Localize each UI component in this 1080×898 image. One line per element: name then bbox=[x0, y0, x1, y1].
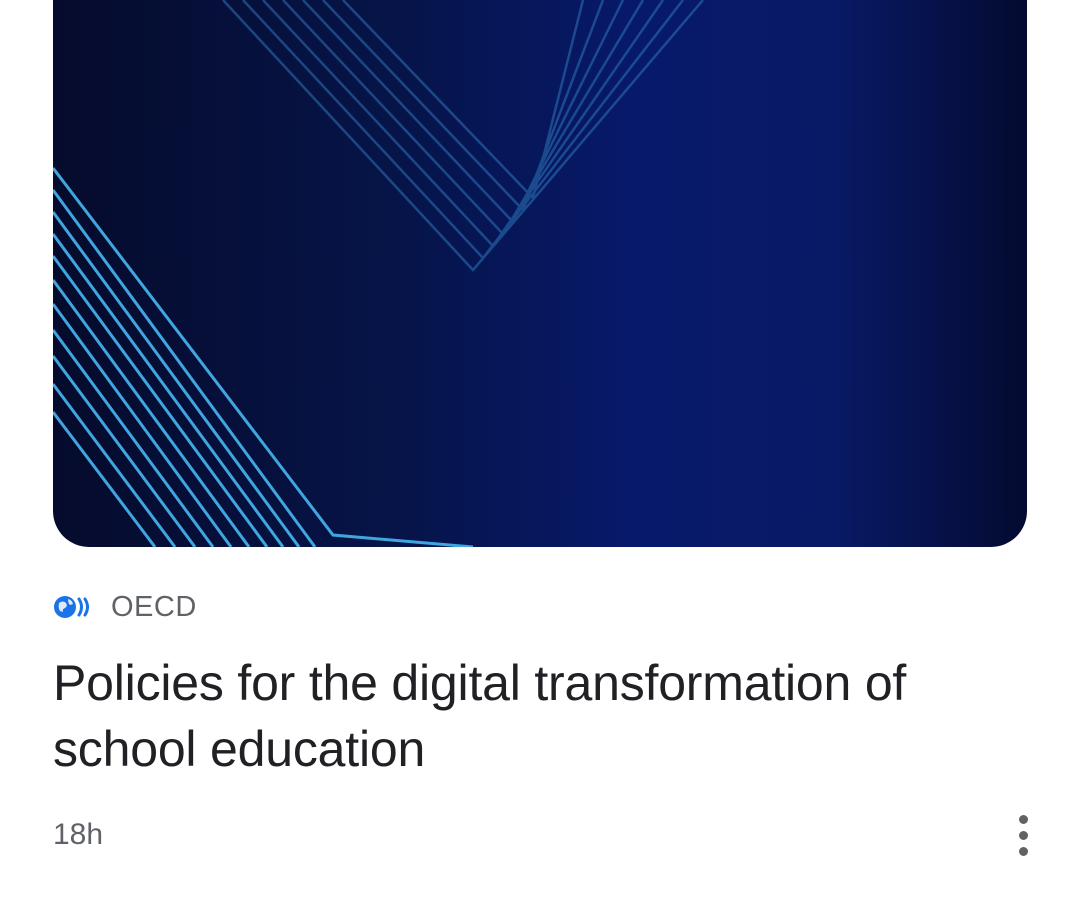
source-row[interactable]: OECD bbox=[53, 590, 197, 624]
abstract-lines-image bbox=[53, 0, 704, 547]
more-vert-icon[interactable] bbox=[1002, 810, 1044, 860]
news-card[interactable]: OECD Policies for the digital transforma… bbox=[0, 0, 1080, 898]
dot bbox=[1018, 830, 1028, 840]
article-thumbnail[interactable] bbox=[53, 0, 1027, 547]
article-title[interactable]: Policies for the digital transformation … bbox=[53, 650, 1043, 782]
article-time: 18h bbox=[53, 818, 104, 851]
oecd-globe-icon bbox=[53, 592, 93, 622]
dot bbox=[1018, 846, 1028, 856]
source-name[interactable]: OECD bbox=[111, 591, 197, 624]
dot bbox=[1018, 814, 1028, 824]
